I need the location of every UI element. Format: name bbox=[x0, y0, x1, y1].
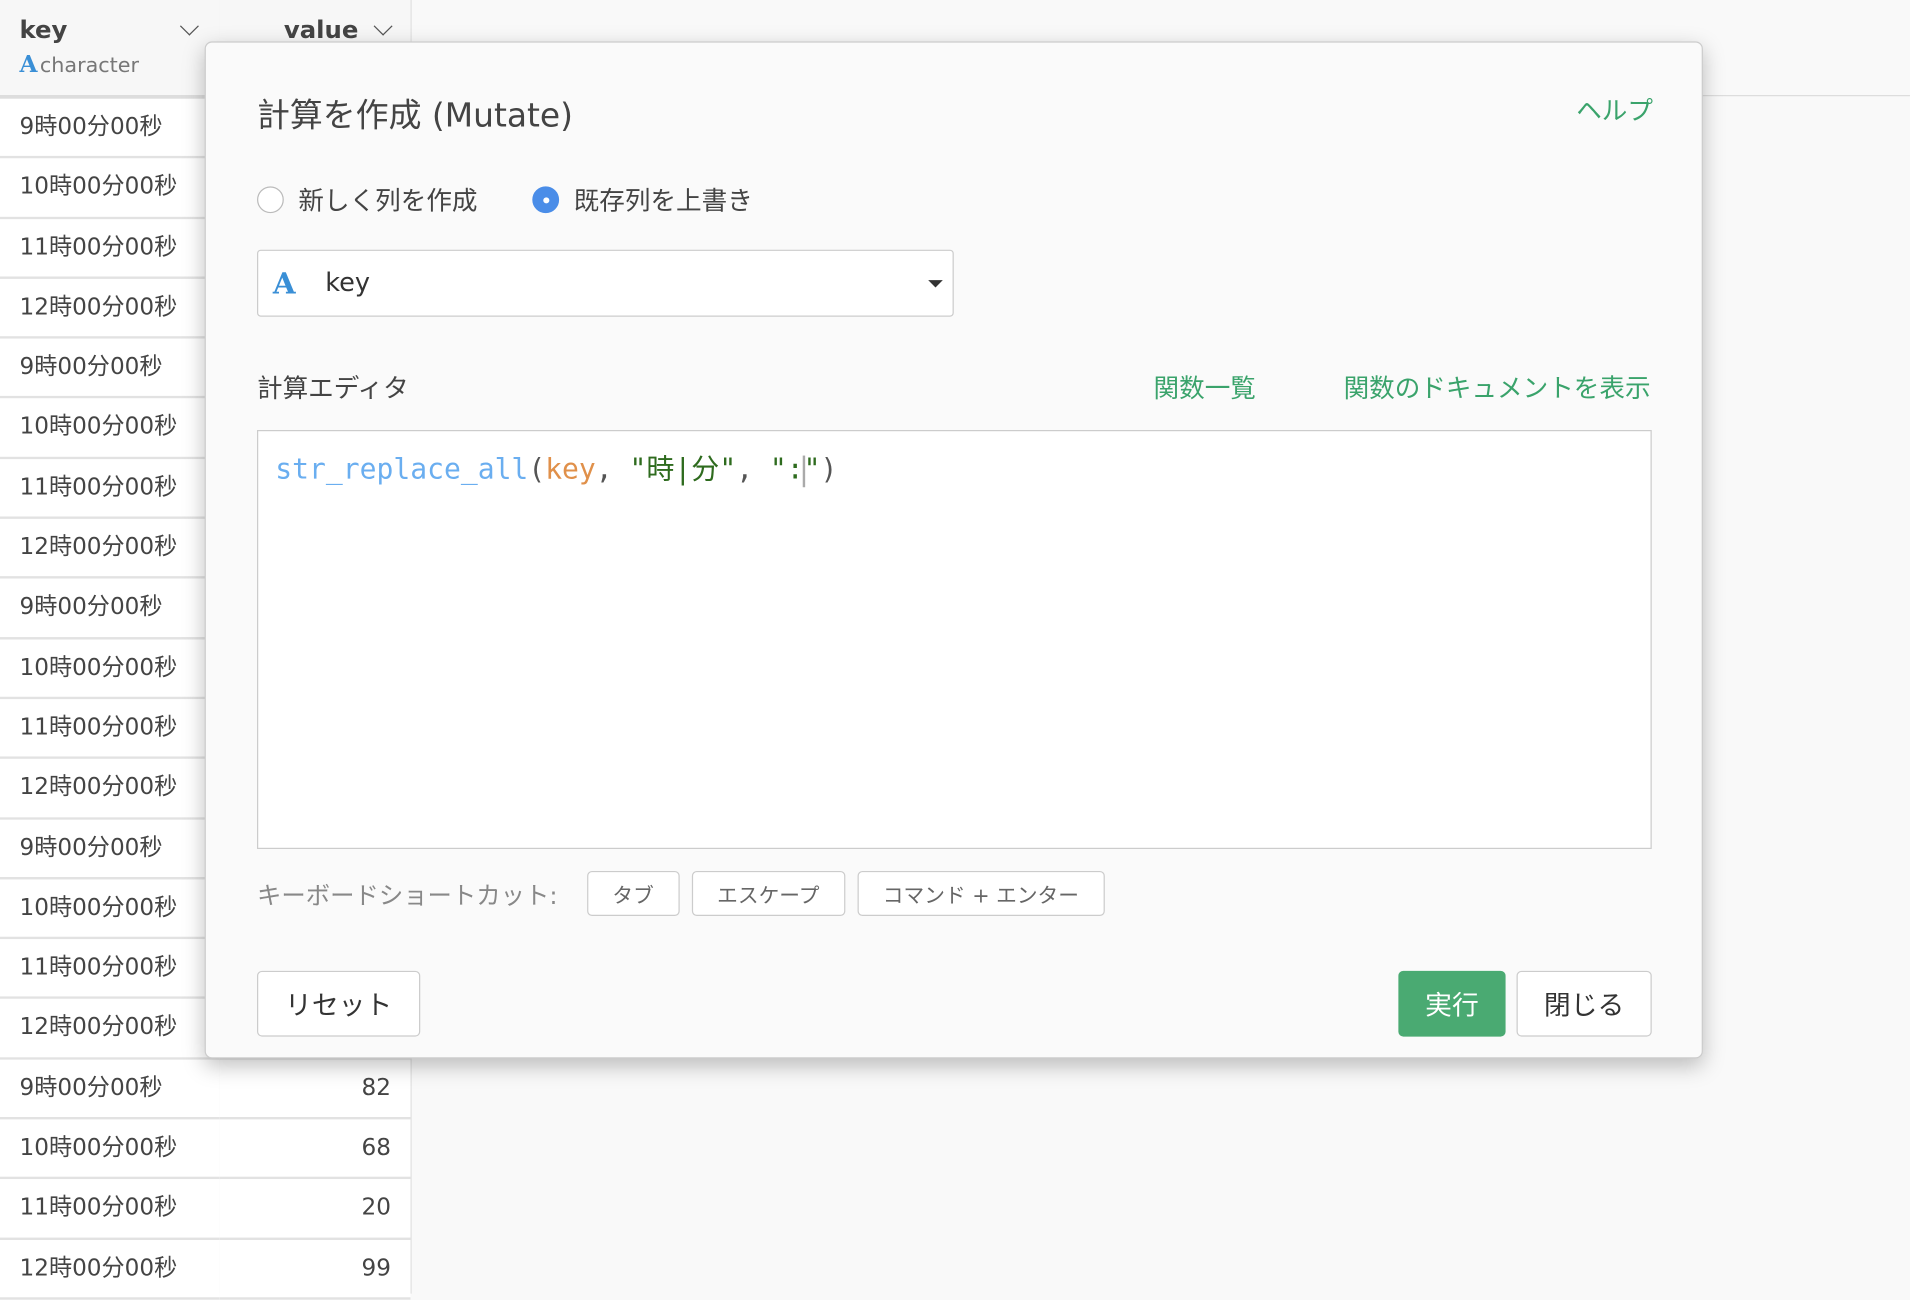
table-cell-key[interactable]: 12時00分00秒 bbox=[0, 759, 220, 820]
dialog-title: 計算を作成 (Mutate) bbox=[257, 97, 573, 136]
table-cell-key[interactable]: 10時00分00秒 bbox=[0, 1119, 220, 1180]
shortcut-escape: エスケープ bbox=[691, 870, 846, 917]
column-name: value bbox=[283, 14, 359, 44]
code-line: str_replace_all(key, "時|分", ":") bbox=[275, 454, 838, 487]
table-cell-key[interactable]: 12時00分00秒 bbox=[0, 999, 220, 1060]
table-cell-key[interactable]: 10時00分00秒 bbox=[0, 639, 220, 700]
chevron-down-icon[interactable] bbox=[179, 16, 199, 36]
run-button[interactable]: 実行 bbox=[1398, 970, 1506, 1037]
table-cell-value[interactable]: 68 bbox=[219, 1119, 411, 1180]
table-cell-key[interactable]: 9時00分00秒 bbox=[0, 98, 220, 159]
radio-new-column[interactable]: 新しく列を作成 bbox=[257, 181, 477, 218]
function-docs-link[interactable]: 関数のドキュメントを表示 bbox=[1344, 369, 1651, 406]
close-button[interactable]: 閉じる bbox=[1516, 970, 1652, 1037]
table-cell-key[interactable]: 12時00分00秒 bbox=[0, 278, 220, 339]
table-cell-value[interactable]: 82 bbox=[219, 1059, 411, 1120]
character-type-icon: A bbox=[19, 51, 38, 78]
shortcut-cmd-enter: コマンド + エンター bbox=[857, 870, 1105, 917]
column-name: key bbox=[19, 14, 68, 44]
table-cell-key[interactable]: 11時00分00秒 bbox=[0, 1179, 220, 1240]
table-cell-key[interactable]: 9時00分00秒 bbox=[0, 1059, 220, 1120]
table-cell-key[interactable]: 10時00分00秒 bbox=[0, 879, 220, 940]
help-link[interactable]: ヘルプ bbox=[1576, 91, 1653, 128]
table-cell-key[interactable]: 9時00分00秒 bbox=[0, 819, 220, 880]
table-cell-key[interactable]: 10時00分00秒 bbox=[0, 398, 220, 459]
function-list-link[interactable]: 関数一覧 bbox=[1154, 369, 1256, 406]
column-key: key Acharacter 9時00分00秒 10時00分00秒 11時00分00… bbox=[0, 0, 221, 1300]
shortcut-tab: タブ bbox=[586, 870, 680, 917]
radio-unchecked[interactable] bbox=[257, 186, 284, 214]
radio-checked[interactable] bbox=[532, 186, 560, 214]
character-type-icon: A bbox=[272, 265, 296, 301]
table-cell-key[interactable]: 12時00分00秒 bbox=[0, 1239, 220, 1300]
chevron-down-icon[interactable] bbox=[373, 16, 393, 36]
table-cell-value[interactable]: 99 bbox=[219, 1239, 411, 1300]
column-select[interactable]: A key bbox=[257, 249, 954, 317]
column-header-key[interactable]: key Acharacter bbox=[0, 0, 220, 99]
caret-down-icon bbox=[928, 280, 943, 288]
editor-label: 計算エディタ bbox=[257, 373, 409, 404]
keyboard-shortcuts: キーボードショートカット: タブ エスケープ コマンド + エンター bbox=[257, 870, 1105, 917]
mutate-dialog: 計算を作成 (Mutate) ヘルプ 新しく列を作成 既存列を上書き A key… bbox=[204, 41, 1703, 1059]
table-cell-key[interactable]: 11時00分00秒 bbox=[0, 939, 220, 1000]
code-editor[interactable]: str_replace_all(key, "時|分", ":") bbox=[257, 429, 1652, 850]
table-cell-key[interactable]: 11時00分00秒 bbox=[0, 218, 220, 279]
table-cell-key[interactable]: 9時00分00秒 bbox=[0, 338, 220, 399]
table-cell-value[interactable]: 20 bbox=[219, 1179, 411, 1240]
radio-overwrite-column[interactable]: 既存列を上書き bbox=[532, 181, 753, 218]
table-cell-key[interactable]: 11時00分00秒 bbox=[0, 458, 220, 520]
table-cell-key[interactable]: 10時00分00秒 bbox=[0, 158, 220, 219]
selected-column: key bbox=[325, 267, 371, 298]
app: key Acharacter 9時00分00秒 10時00分00秒 11時00分00… bbox=[0, 0, 1910, 1300]
column-type: Acharacter bbox=[19, 51, 140, 78]
table-cell-key[interactable]: 11時00分00秒 bbox=[0, 699, 220, 760]
table-cell-key[interactable]: 12時00分00秒 bbox=[0, 519, 220, 580]
table-cell-key[interactable]: 9時00分00秒 bbox=[0, 579, 220, 640]
reset-button[interactable]: リセット bbox=[257, 970, 421, 1037]
